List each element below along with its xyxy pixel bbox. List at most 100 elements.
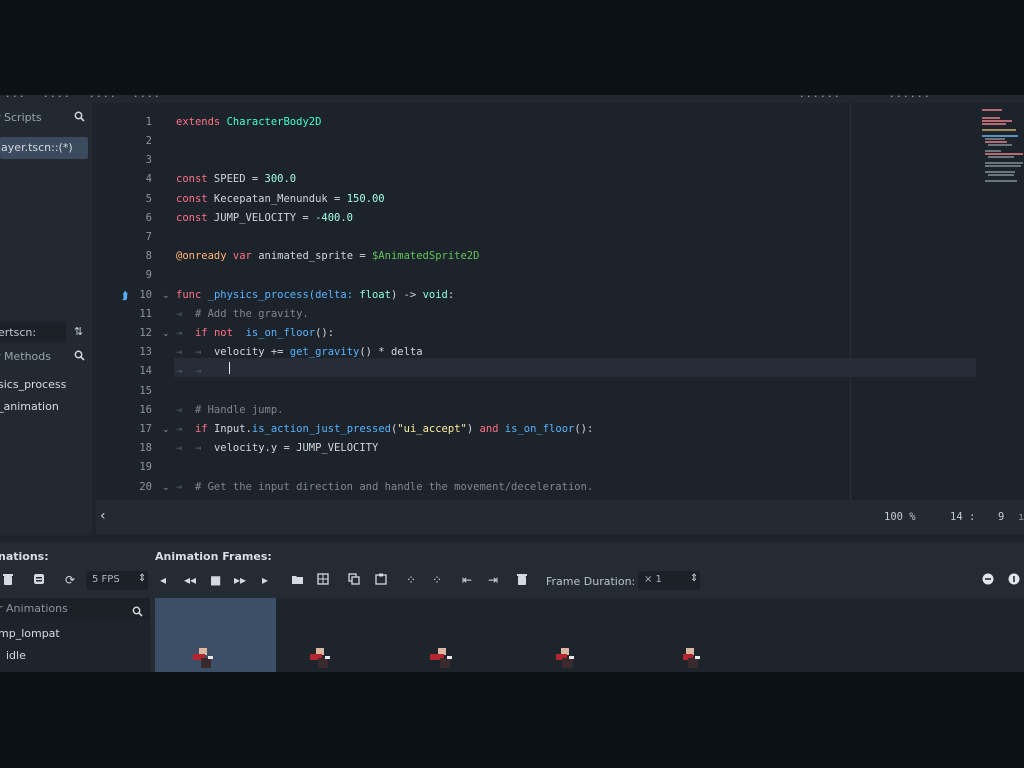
letterbox-bottom	[0, 672, 1024, 768]
script-item-label: layer.tscn::(*)	[0, 141, 73, 154]
methods-file-label: ertscn:	[0, 326, 37, 339]
spriteframes-panel: nations: Animation Frames: ⟳ 5 FPS ⇕ ◂ ◂…	[0, 542, 1024, 672]
play-backwards-icon[interactable]: ◂	[160, 573, 166, 587]
token-text: velocity.y = JUMP_VELOCITY	[213, 442, 379, 454]
insert-before-icon[interactable]: ⁘	[406, 573, 416, 587]
animations-filter[interactable]: r Animations	[0, 598, 150, 620]
animation-frames-grid	[155, 598, 1024, 672]
fold-arrow-icon[interactable]: ⌄	[162, 291, 170, 301]
insert-after-icon[interactable]: ⁘	[432, 573, 442, 587]
play-from-start-icon[interactable]: ▸▸	[234, 573, 246, 587]
delete-animation-icon[interactable]	[2, 573, 14, 589]
search-help-link[interactable]: · · · · · ·	[890, 95, 928, 103]
token-text: ) ->	[390, 289, 423, 301]
methods-file-field[interactable]: ertscn:	[0, 322, 66, 342]
line-number: 6	[145, 212, 152, 224]
token-annotation: @onready	[176, 250, 227, 262]
override-icon[interactable]: ⮭	[122, 289, 129, 303]
play-backwards-from-end-icon[interactable]: ◂◂	[184, 573, 196, 587]
methods-filter-placeholder: r Methods	[0, 350, 52, 363]
code-line: const JUMP_VELOCITY = -400.0	[176, 212, 353, 224]
online-docs-link[interactable]: · · · · · ·	[800, 95, 838, 103]
frame-duration-spinbox[interactable]: × 1 ⇕	[638, 571, 700, 590]
menu-item[interactable]: · · ·	[6, 95, 23, 103]
menu-item[interactable]: · · · ·	[44, 95, 68, 103]
token-text: ():	[574, 423, 594, 435]
line-number: 13	[139, 346, 152, 358]
token-string: "ui_accept"	[397, 423, 467, 435]
token-text: SPEED =	[207, 173, 265, 185]
scripts-filter[interactable]: r Scripts	[0, 107, 92, 129]
search-icon	[74, 350, 85, 364]
chevron-left-icon[interactable]: ‹	[100, 508, 106, 524]
load-from-file-icon[interactable]	[291, 573, 304, 588]
code-line: ⇥ # Add the gravity.	[176, 308, 309, 320]
fold-arrow-icon[interactable]: ⌄	[162, 425, 170, 435]
fold-arrow-icon[interactable]: ⌄	[162, 483, 170, 493]
move-right-icon[interactable]: ⇥	[488, 573, 498, 587]
code-minimap[interactable]	[982, 109, 1023, 189]
sprite-frame-thumbnail[interactable]	[427, 646, 457, 668]
zoom-level[interactable]: 100 %	[884, 511, 916, 523]
move-left-icon[interactable]: ⇤	[462, 573, 472, 587]
token-keyword: if	[194, 423, 208, 435]
autoplay-icon[interactable]	[33, 573, 45, 588]
token-comment: # Handle jump.	[194, 404, 284, 416]
play-icon[interactable]: ▸	[262, 573, 268, 587]
menu-item[interactable]: · · · ·	[134, 95, 158, 103]
line-number: 5	[145, 193, 152, 205]
line-number: 4	[145, 173, 152, 185]
token-keyword: const	[176, 193, 208, 205]
sprite-frame-thumbnail[interactable]	[675, 646, 705, 668]
zoom-out-icon[interactable]	[982, 573, 994, 588]
letterbox-top	[0, 0, 1024, 95]
editor-status-bar: ‹ 100 % 14 : 9 ı	[96, 500, 1024, 534]
paste-frame-icon[interactable]	[375, 573, 387, 588]
fold-arrow-icon[interactable]: ⌄	[162, 329, 170, 339]
copy-frame-icon[interactable]	[348, 573, 360, 588]
sprite-frame-thumbnail[interactable]	[550, 646, 580, 668]
text-caret	[229, 362, 230, 374]
token-node-path: $AnimatedSprite2D	[371, 250, 480, 262]
sprite-frame-thumbnail[interactable]	[305, 646, 335, 668]
sprite-frame-thumbnail[interactable]	[188, 646, 218, 668]
token-text: () * delta	[359, 346, 423, 358]
token-keyword: const	[176, 173, 208, 185]
token-type: float	[359, 289, 391, 301]
token-keyword: not	[207, 327, 233, 339]
code-line: ⇥ if not is_on_floor():	[176, 327, 335, 339]
menu-item[interactable]: · · · ·	[90, 95, 114, 103]
delete-frame-icon[interactable]	[516, 573, 528, 589]
line-length-guide	[850, 103, 851, 500]
animation-item[interactable]: mp_lompat	[0, 627, 60, 640]
token-text: velocity +=	[213, 346, 290, 358]
zoom-reset-icon[interactable]	[1008, 573, 1020, 588]
animation-item[interactable]: idle	[6, 649, 26, 662]
line-number: 18	[139, 442, 152, 454]
method-item[interactable]: sics_process	[0, 378, 66, 391]
spin-arrows-icon: ⇕	[690, 573, 699, 584]
code-line: ⇥ if Input.is_action_just_pressed("ui_ac…	[176, 423, 594, 435]
token-text: Kecepatan_Menunduk =	[207, 193, 347, 205]
animations-title: nations:	[0, 550, 49, 563]
token-class: CharacterBody2D	[220, 116, 322, 128]
code-line: const SPEED = 300.0	[176, 173, 296, 185]
token-text: Input.	[207, 423, 252, 435]
method-item[interactable]: _animation	[0, 400, 59, 413]
load-from-sheet-icon[interactable]	[317, 573, 329, 588]
line-number: 2	[145, 135, 152, 147]
stop-icon[interactable]: ■	[210, 573, 221, 587]
code-editor[interactable]: 1 2 3 4 5 6 7 8 9 10 11 12 13 14 15 16 1…	[96, 103, 1024, 500]
loop-icon[interactable]: ⟳	[65, 573, 75, 587]
scripts-filter-placeholder: r Scripts	[0, 111, 42, 124]
sort-icon[interactable]: ⇅	[74, 325, 83, 338]
methods-filter[interactable]: r Methods	[0, 346, 92, 368]
code-line: ⇥ ⇥ velocity.y = JUMP_VELOCITY	[176, 442, 379, 454]
line-number: 12	[139, 327, 152, 339]
animations-filter-placeholder: r Animations	[0, 602, 68, 615]
token-keyword: var	[226, 250, 252, 262]
code-line: func _physics_process(delta: float) -> v…	[176, 289, 454, 301]
frame-duration-value: × 1	[644, 574, 662, 585]
fps-spinbox[interactable]: 5 FPS ⇕	[86, 571, 148, 590]
token-number: 150.00	[346, 193, 385, 205]
